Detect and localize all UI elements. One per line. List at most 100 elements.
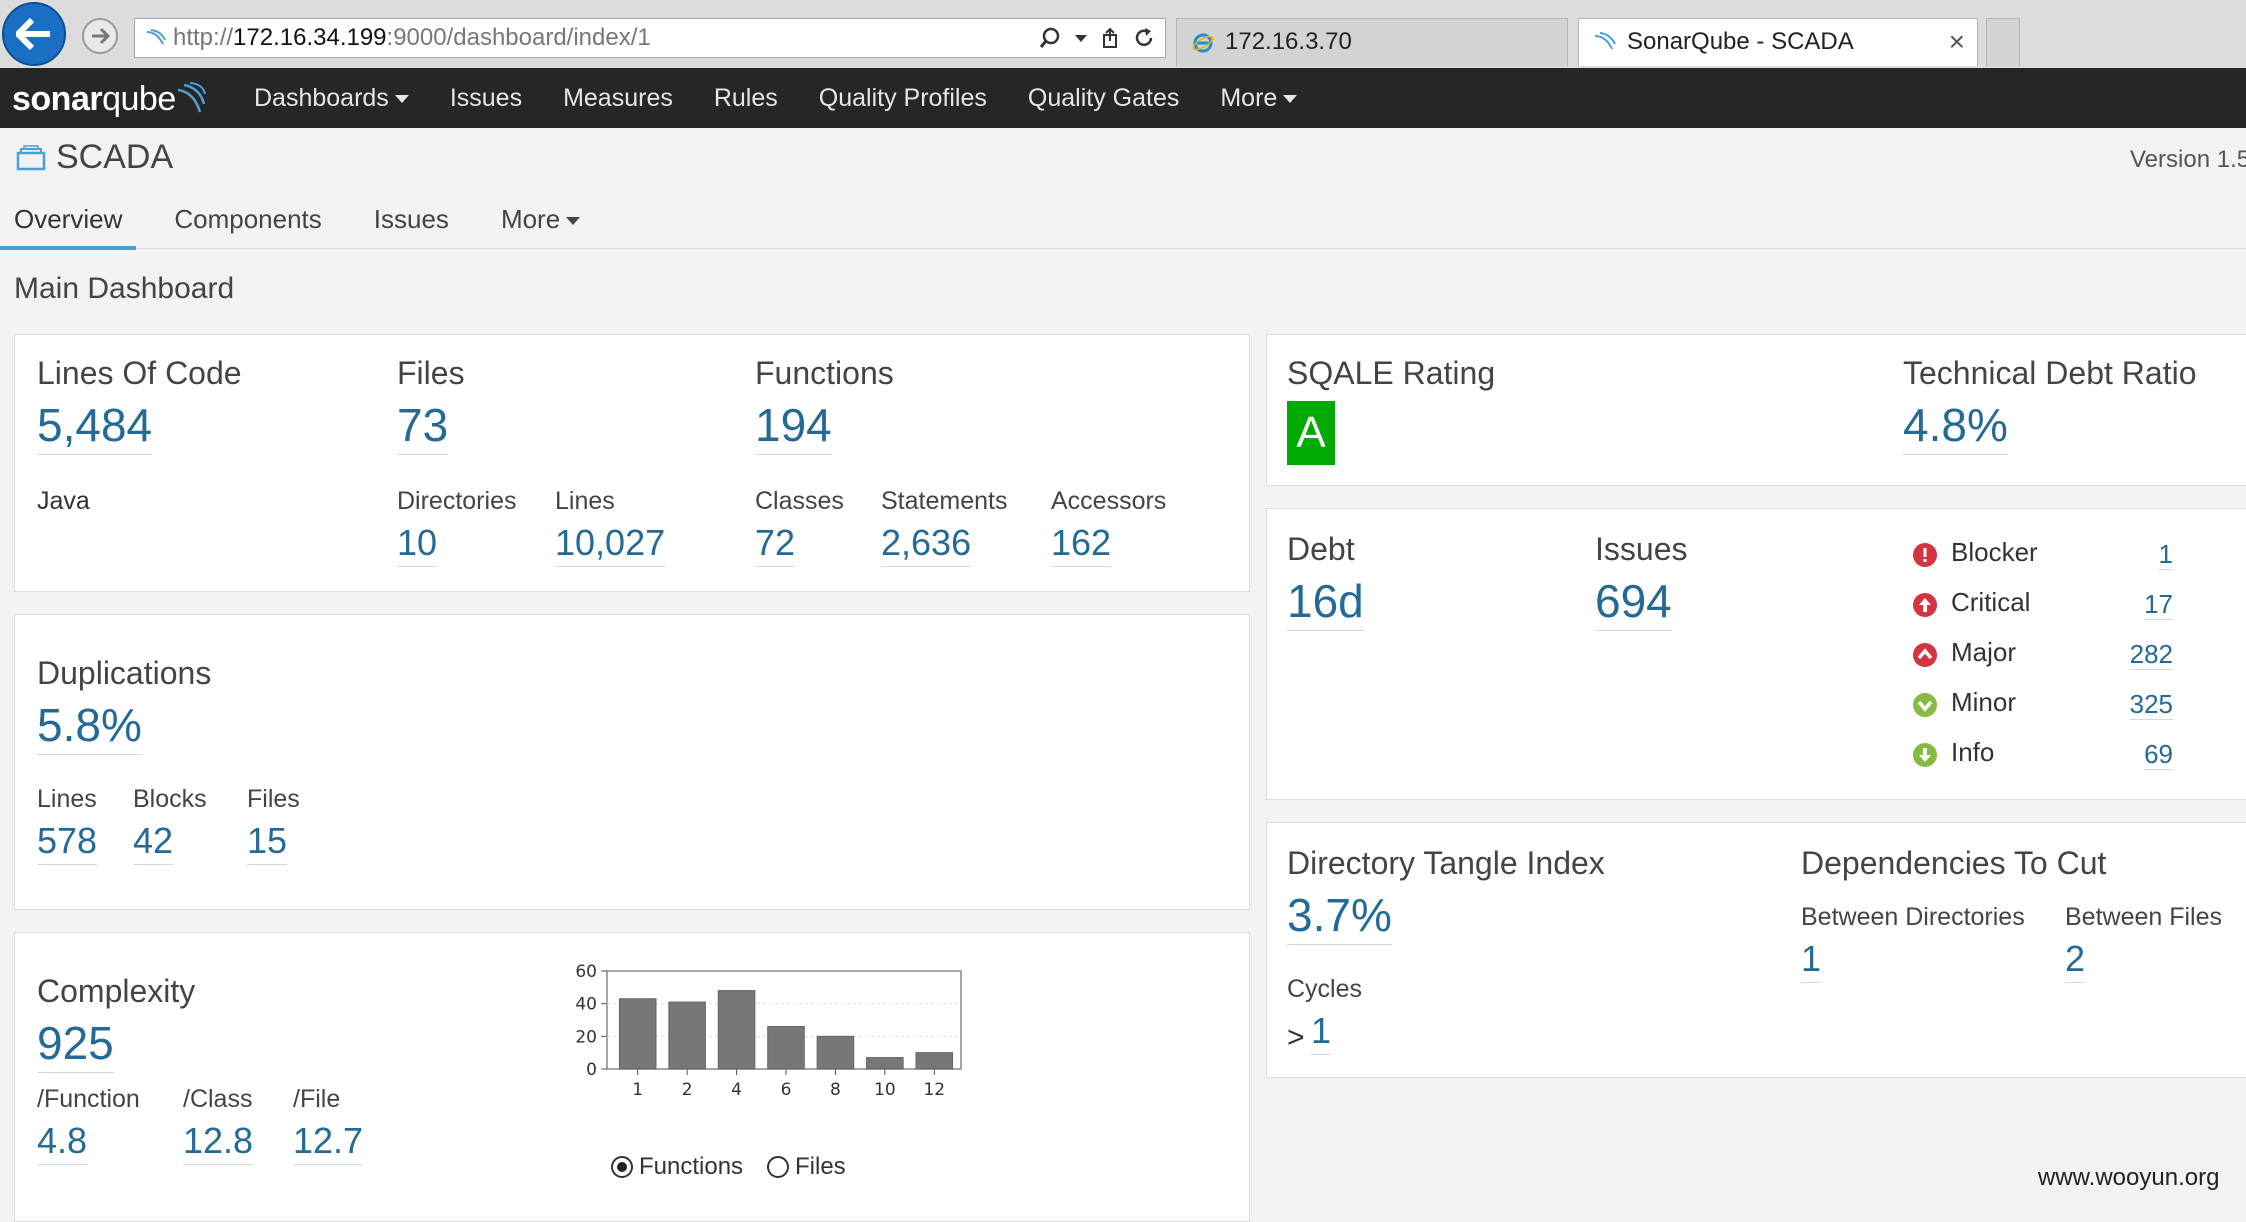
classes-value[interactable]: 72 [755, 523, 796, 567]
nav-dashboards-label: Dashboards [254, 83, 389, 112]
project-name: SCADA [56, 138, 174, 176]
severity-count[interactable]: 282 [2129, 639, 2173, 670]
logo-text: sonarqube [12, 80, 176, 119]
severity-blocker[interactable]: Blocker 1 [1913, 535, 2173, 575]
chart-x-tick-label: 10 [874, 1080, 896, 1100]
severity-minor[interactable]: Minor 325 [1913, 685, 2173, 725]
functions-value[interactable]: 194 [755, 399, 832, 455]
dup-files-value[interactable]: 15 [247, 821, 288, 865]
forward-arrow-icon [92, 27, 110, 45]
duplications-value[interactable]: 5.8% [37, 699, 142, 755]
accessors-label: Accessors [1051, 487, 1167, 515]
url-host: 172.16.34.199 [233, 24, 387, 51]
radio-functions-label: Functions [639, 1153, 744, 1180]
caret-down-icon [566, 217, 581, 226]
radio-files-label: Files [795, 1153, 846, 1180]
browser-tab-ip[interactable]: 172.16.3.70 [1176, 18, 1568, 66]
directories-value[interactable]: 10 [397, 523, 438, 567]
browser-tab-sonarqube[interactable]: SonarQube - SCADA × [1578, 18, 1978, 66]
nav-dashboards[interactable]: Dashboards [254, 84, 409, 113]
sonarqube-favicon-icon [1594, 32, 1616, 50]
chart-bar [717, 990, 756, 1070]
complexity-distribution-chart: 02040601 2 4 6 8 10 12 [575, 962, 962, 1100]
url-prefix: http:// [173, 24, 234, 51]
nav-issues[interactable]: Issues [450, 84, 522, 113]
per-class-value[interactable]: 12.8 [183, 1121, 254, 1165]
nav-quality-gates[interactable]: Quality Gates [1028, 84, 1179, 113]
forward-button[interactable] [82, 18, 118, 54]
chart-y-tick-label: 60 [575, 962, 597, 982]
back-button[interactable] [2, 2, 66, 66]
close-tab-icon[interactable]: × [1949, 19, 1965, 65]
loc-value[interactable]: 5,484 [37, 399, 153, 455]
between-files-value[interactable]: 2 [2065, 939, 2086, 983]
severity-major[interactable]: Major 282 [1913, 635, 2173, 675]
design-widget: Directory Tangle Index 3.7% Cycles > 1 D… [1266, 822, 2246, 1078]
between-directories-value[interactable]: 1 [1801, 939, 1822, 983]
statements-value[interactable]: 2,636 [881, 523, 972, 567]
chart-x-tick-label: 8 [830, 1080, 841, 1100]
accessors-value[interactable]: 162 [1051, 523, 1112, 567]
severity-count[interactable]: 1 [2158, 539, 2173, 570]
severity-label: Info [1951, 737, 1995, 767]
lines-value[interactable]: 10,027 [555, 523, 666, 567]
tab-overview[interactable]: Overview [0, 194, 137, 250]
directories-label: Directories [397, 487, 517, 515]
severity-count[interactable]: 17 [2144, 589, 2173, 620]
dup-blocks-value[interactable]: 42 [133, 821, 174, 865]
per-file-value[interactable]: 12.7 [293, 1121, 364, 1165]
nav-quality-profiles[interactable]: Quality Profiles [819, 84, 987, 113]
tangle-index-value[interactable]: 3.7% [1287, 889, 1392, 945]
dropdown-arrow-icon[interactable] [1075, 33, 1087, 43]
info-icon [1913, 743, 1937, 767]
chart-x-tick-label: 1 [632, 1080, 643, 1100]
files-value[interactable]: 73 [397, 399, 449, 455]
chart-bar [816, 1035, 855, 1070]
watermark: www.wooyun.org [2038, 1164, 2220, 1191]
nav-more[interactable]: More [1220, 84, 1298, 113]
tab-components[interactable]: Components [160, 194, 335, 246]
tab-more[interactable]: More [487, 194, 594, 246]
sonarqube-logo[interactable]: sonarqube [12, 74, 206, 124]
radio-files-indicator[interactable] [767, 1156, 789, 1178]
cycles-prefix: > [1287, 1021, 1305, 1054]
severity-label: Blocker [1951, 537, 2038, 567]
address-bar[interactable]: http://172.16.34.199:9000/dashboard/inde… [134, 18, 1166, 58]
radio-functions[interactable]: Functions [611, 1153, 743, 1181]
files-label: Files [397, 355, 465, 391]
complexity-value[interactable]: 925 [37, 1017, 114, 1073]
compat-view-icon[interactable] [1101, 27, 1119, 49]
per-function-value[interactable]: 4.8 [37, 1121, 88, 1165]
debt-value[interactable]: 16d [1287, 575, 1364, 631]
chart-bar [618, 998, 657, 1070]
search-icon[interactable] [1039, 27, 1061, 49]
complexity-widget: Complexity 925 /Function 4.8 /Class 12.8… [14, 932, 1250, 1222]
nav-rules[interactable]: Rules [714, 84, 778, 113]
tab-issues[interactable]: Issues [360, 194, 463, 246]
debt-ratio-label: Technical Debt Ratio [1903, 355, 2197, 391]
severity-info[interactable]: Info 69 [1913, 735, 2173, 775]
severity-count[interactable]: 325 [2129, 689, 2173, 720]
severity-critical[interactable]: Critical 17 [1913, 585, 2173, 625]
major-icon [1913, 643, 1937, 667]
nav-menu: Dashboards Issues Measures Rules Quality… [254, 68, 1338, 128]
chart-bar [915, 1052, 954, 1070]
language-label: Java [37, 487, 90, 515]
per-file-label: /File [293, 1085, 341, 1113]
radio-files[interactable]: Files [767, 1153, 846, 1181]
severity-label: Minor [1951, 687, 2017, 717]
cycles-value[interactable]: 1 [1311, 1011, 1332, 1055]
chart-x-tick-label: 6 [781, 1080, 792, 1100]
debt-ratio-value[interactable]: 4.8% [1903, 399, 2008, 455]
new-tab-button[interactable] [1986, 18, 2020, 66]
project-icon [16, 144, 46, 170]
radio-functions-indicator[interactable] [611, 1156, 633, 1178]
chart-y-tick-label: 20 [575, 1027, 597, 1047]
nav-measures[interactable]: Measures [563, 84, 673, 113]
refresh-icon[interactable] [1133, 27, 1155, 49]
chart-y-tick-label: 40 [575, 995, 597, 1015]
issues-value[interactable]: 694 [1595, 575, 1672, 631]
dup-lines-value[interactable]: 578 [37, 821, 98, 865]
sqale-rating-badge[interactable]: A [1287, 401, 1335, 465]
severity-count[interactable]: 69 [2144, 739, 2173, 770]
